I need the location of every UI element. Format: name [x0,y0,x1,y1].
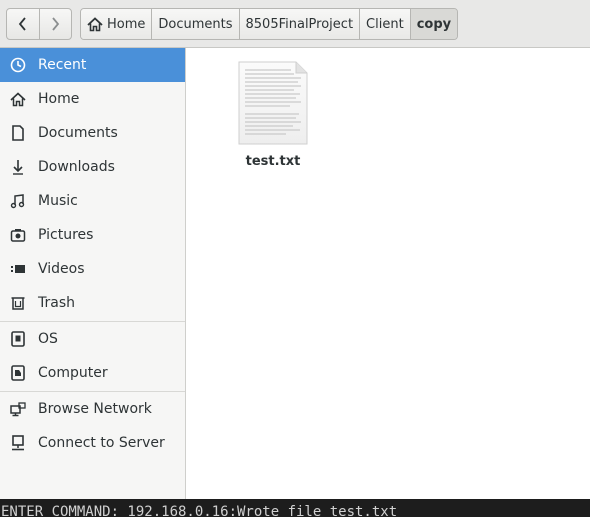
header-bar: Home Documents 8505FinalProject Client c… [0,0,590,48]
file-view: test.txt [187,48,590,499]
chevron-right-icon [52,17,60,31]
network-icon [10,401,26,417]
file-name: test.txt [245,154,301,169]
sidebar-item-documents[interactable]: Documents [0,116,185,150]
sidebar-item-music[interactable]: Music [0,184,185,218]
sidebar-item-computer[interactable]: Computer [0,356,185,390]
breadcrumb: Home Documents 8505FinalProject Client c… [80,8,459,40]
sidebar-item-recent[interactable]: Recent [0,48,185,82]
sidebar-item-label: Documents [38,125,118,141]
sidebar-item-browse-network[interactable]: Browse Network [0,392,185,426]
sidebar-item-label: Home [38,91,80,107]
server-icon [10,435,26,451]
sidebar-item-home[interactable]: Home [0,82,185,116]
sidebar-item-label: Trash [38,295,75,311]
sidebar-item-label: Downloads [38,159,115,175]
file-item[interactable]: test.txt [231,60,315,169]
text-file-icon [238,61,308,145]
drive-icon [10,331,26,347]
video-icon [10,261,26,277]
sidebar-item-videos[interactable]: Videos [0,252,185,286]
breadcrumb-label: copy [416,16,452,32]
breadcrumb-8505finalproject[interactable]: 8505FinalProject [239,9,361,39]
sidebar-item-label: Recent [38,57,87,73]
navigation-buttons [6,8,72,40]
sidebar-item-label: Connect to Server [38,435,165,451]
breadcrumb-home[interactable]: Home [81,9,153,39]
sidebar-item-os[interactable]: OS [0,322,185,356]
breadcrumb-label: Documents [158,16,233,32]
sidebar-item-pictures[interactable]: Pictures [0,218,185,252]
breadcrumb-copy[interactable]: copy [410,9,458,39]
sidebar-item-trash[interactable]: Trash [0,286,185,320]
sidebar-item-label: OS [38,331,58,347]
sidebar-item-label: Computer [38,365,108,381]
clock-icon [10,57,26,73]
trash-icon [10,295,26,311]
sidebar-item-downloads[interactable]: Downloads [0,150,185,184]
computer-drive-icon [10,365,26,381]
breadcrumb-label: 8505FinalProject [245,16,354,32]
camera-icon [10,227,26,243]
sidebar-item-connect-to-server[interactable]: Connect to Server [0,426,185,460]
sidebar: Recent Home Documents Downloads Music Pi… [0,48,186,499]
terminal-output: ENTER COMMAND: 192.168.0.16:Wrote file t… [0,499,590,517]
sidebar-item-label: Videos [38,261,85,277]
download-icon [10,159,26,175]
chevron-left-icon [18,17,26,31]
sidebar-item-label: Music [38,193,78,209]
sidebar-item-label: Browse Network [38,401,152,417]
breadcrumb-label: Client [366,16,404,32]
document-icon [10,125,26,141]
breadcrumb-label: Home [107,16,146,32]
back-button[interactable] [7,9,39,39]
breadcrumb-documents[interactable]: Documents [152,9,240,39]
sidebar-item-label: Pictures [38,227,94,243]
music-icon [10,193,26,209]
home-icon [10,91,26,107]
forward-button[interactable] [38,9,72,39]
breadcrumb-client[interactable]: Client [360,9,411,39]
home-icon [87,16,103,32]
